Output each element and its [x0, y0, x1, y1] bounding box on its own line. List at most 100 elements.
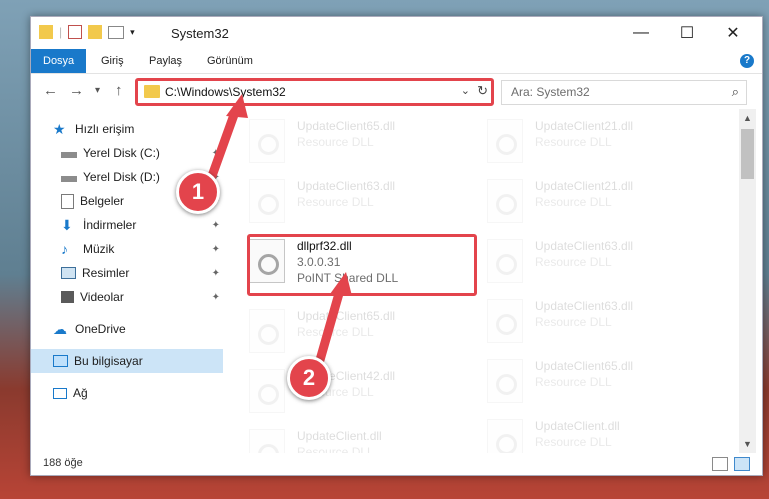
search-input[interactable]: Ara: System32 [511, 85, 590, 99]
search-icon[interactable]: ⌕ [732, 84, 739, 100]
status-bar: 188 öğe [31, 453, 762, 475]
sidebar-item-disk-c[interactable]: Yerel Disk (C:) ✦ [31, 141, 223, 165]
file-description: Resource DLL [535, 255, 612, 269]
pin-icon[interactable]: ✦ [212, 268, 220, 279]
sidebar-item-label: İndirmeler [83, 218, 137, 232]
sidebar-item-quick-access[interactable]: ★ Hızlı erişim [31, 117, 223, 141]
recent-chevron-icon[interactable]: ▾ [95, 85, 100, 96]
file-name: UpdateClient65.dll [297, 119, 396, 133]
file-item[interactable]: UpdateClient65.dll Resource DLL [249, 115, 479, 167]
file-explorer-window: | ▾ System32 — ☐ ✕ Dosya Giriş Paylaş Gö… [30, 16, 763, 476]
pin-icon[interactable]: ✦ [212, 220, 220, 231]
sidebar-item-label: OneDrive [75, 322, 126, 336]
scroll-thumb[interactable] [741, 129, 754, 179]
minimize-button[interactable]: — [618, 17, 664, 49]
file-name: UpdateClient63.dll [535, 239, 634, 253]
file-item[interactable]: UpdateClient42.dll Resource DLL [249, 365, 479, 417]
sidebar-item-label: Belgeler [80, 194, 125, 208]
file-description: Resource DLL [297, 135, 374, 149]
computer-icon [53, 355, 68, 367]
address-highlight-box [135, 78, 494, 106]
sidebar-item-network[interactable]: Ağ [31, 381, 223, 405]
pin-icon[interactable]: ✦ [212, 148, 220, 159]
new-folder-icon[interactable] [88, 25, 103, 39]
search-box[interactable]: Ara: System32 ⌕ [501, 80, 747, 105]
file-description: Resource DLL [297, 445, 374, 453]
item-count: 188 öğe [43, 457, 83, 469]
file-name: UpdateClient21.dll [535, 119, 634, 133]
file-item[interactable]: UpdateClient21.dll Resource DLL [487, 175, 717, 227]
file-item[interactable]: UpdateClient65.dll Resource DLL [249, 305, 479, 357]
dll-file-icon [487, 419, 523, 453]
pin-icon[interactable]: ✦ [212, 292, 220, 303]
sidebar-item-onedrive[interactable]: ☁ OneDrive [31, 317, 223, 341]
file-item[interactable]: UpdateClient63.dll Resource DLL [249, 175, 479, 227]
file-description: Resource DLL [535, 135, 612, 149]
file-item[interactable]: UpdateClient63.dll Resource DLL [487, 295, 717, 347]
file-item[interactable]: UpdateClient.dll Resource DLL [249, 425, 479, 453]
details-view-icon[interactable] [712, 457, 728, 471]
sidebar-item-downloads[interactable]: ⬇ İndirmeler ✦ [31, 213, 223, 237]
up-icon[interactable]: ↑ [115, 82, 123, 99]
dll-file-icon [487, 359, 523, 403]
close-button[interactable]: ✕ [710, 17, 756, 49]
dll-file-icon [249, 429, 285, 453]
file-highlight-box [247, 234, 477, 296]
help-icon[interactable]: ? [740, 54, 754, 68]
chevron-down-icon[interactable]: ▾ [130, 27, 135, 38]
file-name: UpdateClient21.dll [535, 179, 634, 193]
file-description: Resource DLL [535, 195, 612, 209]
file-description: Resource DLL [297, 195, 374, 209]
star-icon: ★ [53, 121, 66, 137]
back-icon[interactable]: ← [43, 82, 58, 99]
tab-gorunum[interactable]: Görünüm [195, 49, 265, 73]
sidebar-item-music[interactable]: ♪ Müzik ✦ [31, 237, 223, 261]
scroll-down-icon[interactable]: ▼ [743, 439, 752, 449]
network-icon [53, 387, 67, 399]
sidebar-item-label: Yerel Disk (C:) [83, 146, 160, 160]
sidebar-item-this-pc[interactable]: Bu bilgisayar [31, 349, 223, 373]
quick-access-toolbar: | ▾ [39, 25, 135, 39]
file-description: Resource DLL [535, 375, 612, 389]
tab-paylas[interactable]: Paylaş [137, 49, 194, 73]
sidebar-item-videos[interactable]: Videolar ✦ [31, 285, 223, 309]
file-name: UpdateClient63.dll [535, 299, 634, 313]
file-item[interactable]: UpdateClient63.dll Resource DLL [487, 235, 717, 287]
navigation-bar: ← → ▾ ↑ C:\Windows\System32 ⌄ ↻ Ara: Sys… [31, 74, 762, 108]
tiles-view-icon[interactable] [734, 457, 750, 471]
dll-file-icon [249, 369, 285, 413]
forward-icon[interactable]: → [69, 82, 84, 99]
callout-step-2: 2 [287, 356, 331, 400]
dll-file-icon [249, 309, 285, 353]
dll-file-icon [249, 179, 285, 223]
dll-file-icon [487, 299, 523, 343]
tab-giris[interactable]: Giriş [89, 49, 136, 73]
file-name: UpdateClient65.dll [535, 359, 634, 373]
maximize-button[interactable]: ☐ [664, 17, 710, 49]
sidebar-item-label: Müzik [83, 242, 115, 256]
callout-step-1: 1 [176, 170, 220, 214]
tab-dosya[interactable]: Dosya [31, 49, 87, 73]
sidebar-item-label: Yerel Disk (D:) [83, 170, 160, 184]
file-description: Resource DLL [535, 435, 612, 449]
navigation-pane: ★ Hızlı erişim Yerel Disk (C:) ✦ Yerel D… [31, 109, 223, 449]
scroll-up-icon[interactable]: ▲ [743, 113, 752, 123]
sidebar-item-label: Bu bilgisayar [74, 354, 143, 368]
window-title: System32 [171, 26, 229, 41]
file-item[interactable]: UpdateClient21.dll Resource DLL [487, 115, 717, 167]
file-name: UpdateClient65.dll [297, 309, 396, 323]
vertical-scrollbar[interactable]: ▲ ▼ [739, 109, 756, 453]
pin-icon[interactable]: ✦ [212, 244, 220, 255]
download-icon: ⬇ [61, 217, 73, 233]
properties-icon[interactable] [68, 25, 83, 39]
dll-file-icon [249, 119, 285, 163]
list-icon[interactable] [108, 25, 125, 39]
sidebar-item-pictures[interactable]: Resimler ✦ [31, 261, 223, 285]
dll-file-icon [487, 239, 523, 283]
file-item[interactable]: UpdateClient.dll Resource DLL [487, 415, 717, 453]
music-icon: ♪ [61, 241, 68, 257]
dll-file-icon [487, 179, 523, 223]
file-item[interactable]: UpdateClient65.dll Resource DLL [487, 355, 717, 407]
view-switcher [712, 457, 750, 471]
drive-icon [61, 152, 77, 158]
